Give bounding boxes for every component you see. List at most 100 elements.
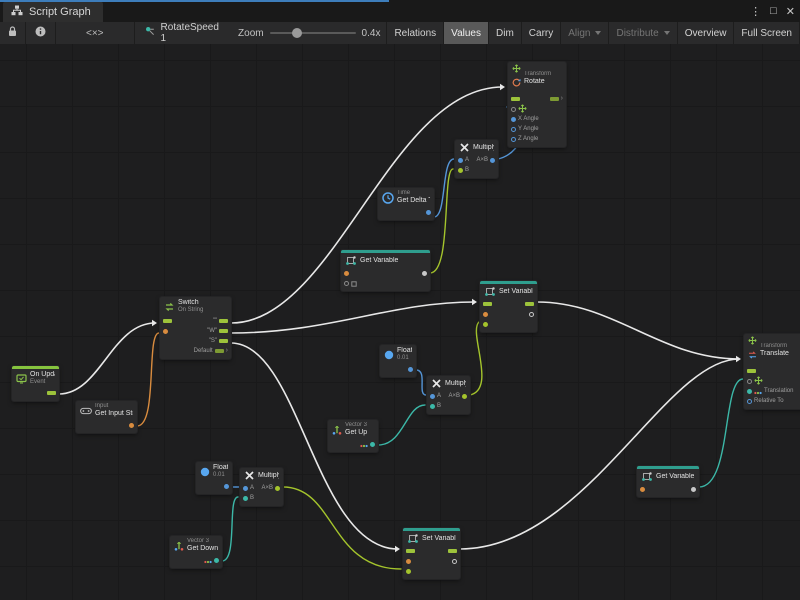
value-port[interactable] — [344, 281, 349, 286]
value-port[interactable] — [406, 559, 411, 564]
wire-get-input-string-to-switch-selector — [137, 333, 159, 426]
wire-vector3-get-up-to-multiply-mid-b — [378, 405, 425, 445]
gamepad-icon — [80, 407, 92, 415]
flow-continue-mark: › — [226, 348, 228, 354]
node-vector3-get-up[interactable]: Vector 3Get Up — [328, 420, 378, 452]
flow-port[interactable] — [525, 302, 534, 306]
node-header: TransformRotate — [508, 62, 566, 93]
value-port[interactable] — [243, 496, 248, 501]
value-port[interactable] — [422, 271, 427, 276]
node-port-row: Z Angle — [508, 134, 566, 144]
value-port[interactable] — [430, 404, 435, 409]
node-on-update[interactable]: On UpdateEvent — [12, 366, 59, 401]
value-port[interactable] — [511, 107, 516, 112]
transform-icon — [748, 336, 757, 364]
node-header: Multiply — [455, 140, 498, 154]
node-translate[interactable]: TransformTranslateTranslationRelative To — [744, 334, 800, 409]
value-port[interactable] — [430, 394, 435, 399]
value-port[interactable] — [511, 127, 516, 132]
value-port[interactable] — [426, 210, 431, 215]
node-set-variable-bottom[interactable]: Set Variable — [403, 528, 460, 579]
port-label: A — [465, 157, 469, 163]
node-multiply-top[interactable]: MultiplyAA×BB — [455, 140, 498, 178]
port-label: Default — [194, 348, 213, 354]
value-port[interactable] — [458, 158, 463, 163]
node-rotate[interactable]: TransformRotate›X AngleY AngleZ Angle — [508, 62, 566, 147]
node-subtitle: Vector 3 — [187, 538, 218, 545]
node-header: Float0.01 — [196, 462, 232, 480]
port-label: B — [465, 167, 469, 173]
value-port[interactable] — [462, 394, 467, 399]
node-switch-on-string[interactable]: SwitchOn String"""W""S"Default› — [160, 297, 231, 359]
node-get-input-string[interactable]: InputGet Input String — [76, 401, 137, 433]
node-float-mid[interactable]: Float0.01 — [380, 345, 416, 377]
wire-get-variable-br-to-translate-translation — [699, 379, 743, 487]
flow-port[interactable] — [163, 319, 172, 323]
multiply-icon — [431, 378, 442, 389]
node-get-variable-top[interactable]: Get Variable — [341, 250, 430, 291]
node-get-delta-time[interactable]: TimeGet Delta Time — [378, 188, 434, 220]
node-subtitle: Transform — [524, 71, 551, 78]
graph-canvas[interactable]: On UpdateEvent InputGet Input String Switc… — [0, 0, 800, 600]
node-port-row — [196, 481, 232, 491]
vector3-icon — [332, 425, 342, 435]
node-subtitle: 0.01 — [397, 355, 412, 362]
flow-port[interactable] — [448, 549, 457, 553]
flow-port[interactable] — [550, 97, 559, 101]
flow-port[interactable] — [219, 339, 228, 343]
value-port[interactable] — [243, 486, 248, 491]
node-port-row: Default › — [160, 346, 231, 356]
value-port[interactable] — [458, 168, 463, 173]
value-port[interactable] — [275, 486, 280, 491]
node-title: On Update — [30, 371, 55, 379]
node-title: Set Variable — [499, 288, 533, 296]
value-port[interactable] — [490, 158, 495, 163]
node-port-row — [508, 104, 566, 114]
flow-port[interactable] — [47, 391, 56, 395]
value-port[interactable] — [129, 423, 134, 428]
port-label: "S" — [209, 338, 217, 344]
node-multiply-bottom[interactable]: MultiplyAA×BB — [240, 468, 283, 506]
clock-icon — [382, 192, 394, 204]
port-label: B — [250, 495, 254, 501]
vicon-icon — [360, 435, 368, 453]
variable-icon — [641, 471, 653, 482]
flow-port[interactable] — [483, 302, 492, 306]
node-vector3-get-down[interactable]: Vector 3Get Down — [170, 536, 222, 568]
rotate-icon — [512, 74, 521, 92]
value-port[interactable] — [163, 329, 168, 334]
value-port[interactable] — [529, 312, 534, 317]
node-float-bottom[interactable]: Float0.01 — [196, 462, 232, 494]
node-port-row — [403, 556, 460, 566]
node-port-row: B — [455, 165, 498, 175]
value-port[interactable] — [370, 442, 375, 447]
value-port[interactable] — [406, 569, 411, 574]
value-port[interactable] — [747, 389, 752, 394]
flow-continue-mark: › — [561, 96, 563, 102]
node-header: SwitchOn String — [160, 297, 231, 315]
value-port[interactable] — [640, 487, 645, 492]
value-port[interactable] — [691, 487, 696, 492]
node-subtitle: 0.01 — [213, 472, 228, 479]
value-port[interactable] — [483, 322, 488, 327]
value-port[interactable] — [511, 137, 516, 142]
value-port[interactable] — [511, 117, 516, 122]
flow-port[interactable] — [219, 329, 228, 333]
value-port[interactable] — [214, 558, 219, 563]
port-label: Z Angle — [518, 136, 538, 142]
port-label: B — [437, 403, 441, 409]
node-port-row: "W" — [160, 326, 231, 336]
value-port[interactable] — [452, 559, 457, 564]
value-port[interactable] — [408, 367, 413, 372]
node-multiply-mid[interactable]: MultiplyAA×BB — [427, 376, 470, 414]
node-header: Float0.01 — [380, 345, 416, 363]
flow-port[interactable] — [215, 349, 224, 353]
value-port[interactable] — [747, 399, 752, 404]
flow-port[interactable] — [219, 319, 228, 323]
node-get-variable-br[interactable]: Get Variable — [637, 466, 699, 497]
value-port[interactable] — [224, 484, 229, 489]
value-port[interactable] — [483, 312, 488, 317]
flow-port[interactable] — [406, 549, 415, 553]
node-port-row: Y Angle — [508, 124, 566, 134]
node-set-variable-mid[interactable]: Set Variable — [480, 281, 537, 332]
